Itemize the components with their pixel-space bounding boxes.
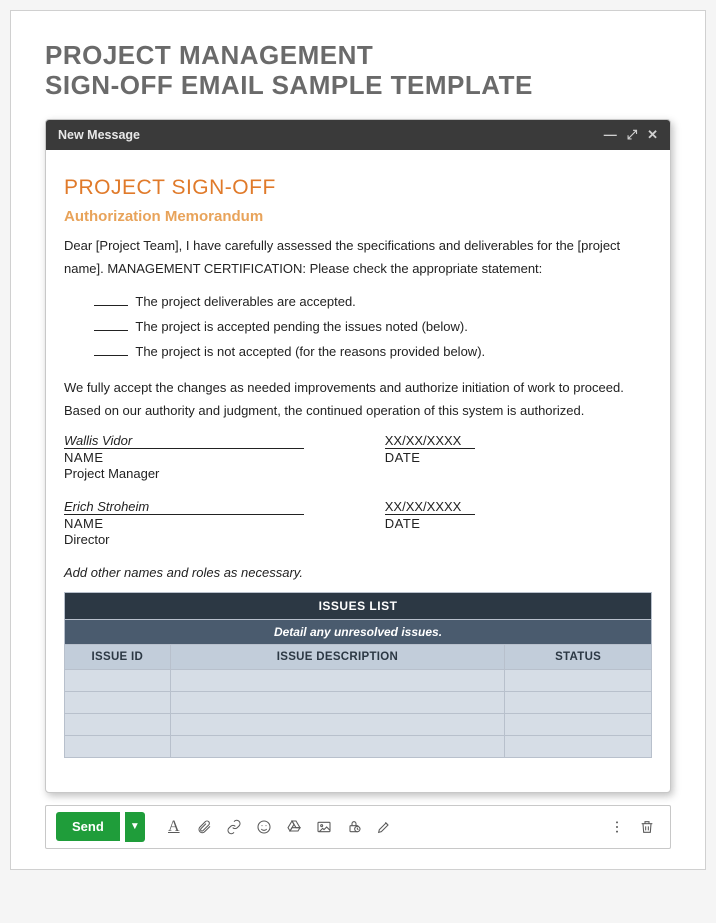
issues-title: ISSUES LIST [65,592,652,619]
minimize-icon[interactable]: — [604,128,617,141]
signature-block: Wallis Vidor NAME Project Manager XX/XX/… [64,433,652,481]
text-format-icon[interactable]: A [161,814,187,840]
page-container: PROJECT MANAGEMENT SIGN-OFF EMAIL SAMPLE… [10,10,706,870]
name-label: NAME [64,450,385,465]
signature-left: Wallis Vidor NAME Project Manager [64,433,385,481]
cell-description[interactable] [170,735,505,757]
table-row [65,669,652,691]
table-row [65,735,652,757]
option-text: The project deliverables are accepted. [135,294,355,309]
col-issue-description: ISSUE DESCRIPTION [170,644,505,669]
cell-id[interactable] [65,735,171,757]
date-label: DATE [385,516,652,531]
issues-subtitle: Detail any unresolved issues. [65,619,652,644]
send-dropdown[interactable]: ▼ [125,812,145,842]
signature-right: XX/XX/XXXX DATE [385,499,652,547]
cell-status[interactable] [505,669,652,691]
close-icon[interactable]: ✕ [647,128,658,141]
page-title: PROJECT MANAGEMENT SIGN-OFF EMAIL SAMPLE… [45,41,671,101]
col-issue-id: ISSUE ID [65,644,171,669]
image-icon[interactable] [311,814,337,840]
signer-name: Wallis Vidor [64,433,304,449]
signer-name: Erich Stroheim [64,499,304,515]
acceptance-paragraph: We fully accept the changes as needed im… [64,377,652,423]
option-row: The project is not accepted (for the rea… [94,344,652,359]
issues-table: ISSUES LIST Detail any unresolved issues… [64,592,652,758]
compose-title: New Message [58,128,140,142]
page-title-line2: SIGN-OFF EMAIL SAMPLE TEMPLATE [45,71,671,101]
signer-role: Project Manager [64,466,385,481]
table-row [65,691,652,713]
signer-date: XX/XX/XXXX [385,499,475,515]
more-icon[interactable] [604,814,630,840]
compose-toolbar: Send ▼ A [45,805,671,849]
email-subheading: Authorization Memorandum [64,208,652,225]
cell-status[interactable] [505,713,652,735]
confidential-icon[interactable] [341,814,367,840]
table-row [65,713,652,735]
option-text: The project is not accepted (for the rea… [135,344,485,359]
signer-date: XX/XX/XXXX [385,433,475,449]
cell-description[interactable] [170,713,505,735]
add-names-note: Add other names and roles as necessary. [64,565,652,580]
compose-body: PROJECT SIGN-OFF Authorization Memorandu… [46,150,670,792]
drive-icon[interactable] [281,814,307,840]
send-button[interactable]: Send [56,812,120,841]
compose-window: New Message — ⤢ ✕ PROJECT SIGN-OFF Autho… [45,119,671,793]
cell-description[interactable] [170,691,505,713]
signature-left: Erich Stroheim NAME Director [64,499,385,547]
option-row: The project is accepted pending the issu… [94,319,652,334]
certification-options: The project deliverables are accepted. T… [64,294,652,359]
name-label: NAME [64,516,385,531]
intro-paragraph: Dear [Project Team], I have carefully as… [64,235,652,281]
signer-role: Director [64,532,385,547]
signature-right: XX/XX/XXXX DATE [385,433,652,481]
pen-icon[interactable] [371,814,397,840]
emoji-icon[interactable] [251,814,277,840]
option-row: The project deliverables are accepted. [94,294,652,309]
cell-id[interactable] [65,669,171,691]
signature-block: Erich Stroheim NAME Director XX/XX/XXXX … [64,499,652,547]
checkbox-blank[interactable] [94,330,128,331]
trash-icon[interactable] [634,814,660,840]
cell-id[interactable] [65,691,171,713]
page-title-line1: PROJECT MANAGEMENT [45,41,671,71]
attach-icon[interactable] [191,814,217,840]
cell-status[interactable] [505,691,652,713]
option-text: The project is accepted pending the issu… [135,319,467,334]
checkbox-blank[interactable] [94,305,128,306]
compose-header-bar: New Message — ⤢ ✕ [46,120,670,150]
checkbox-blank[interactable] [94,355,128,356]
cell-description[interactable] [170,669,505,691]
link-icon[interactable] [221,814,247,840]
col-status: STATUS [505,644,652,669]
email-heading: PROJECT SIGN-OFF [64,176,652,200]
expand-icon[interactable]: ⤢ [627,128,637,141]
date-label: DATE [385,450,652,465]
cell-status[interactable] [505,735,652,757]
window-controls: — ⤢ ✕ [604,128,658,141]
cell-id[interactable] [65,713,171,735]
